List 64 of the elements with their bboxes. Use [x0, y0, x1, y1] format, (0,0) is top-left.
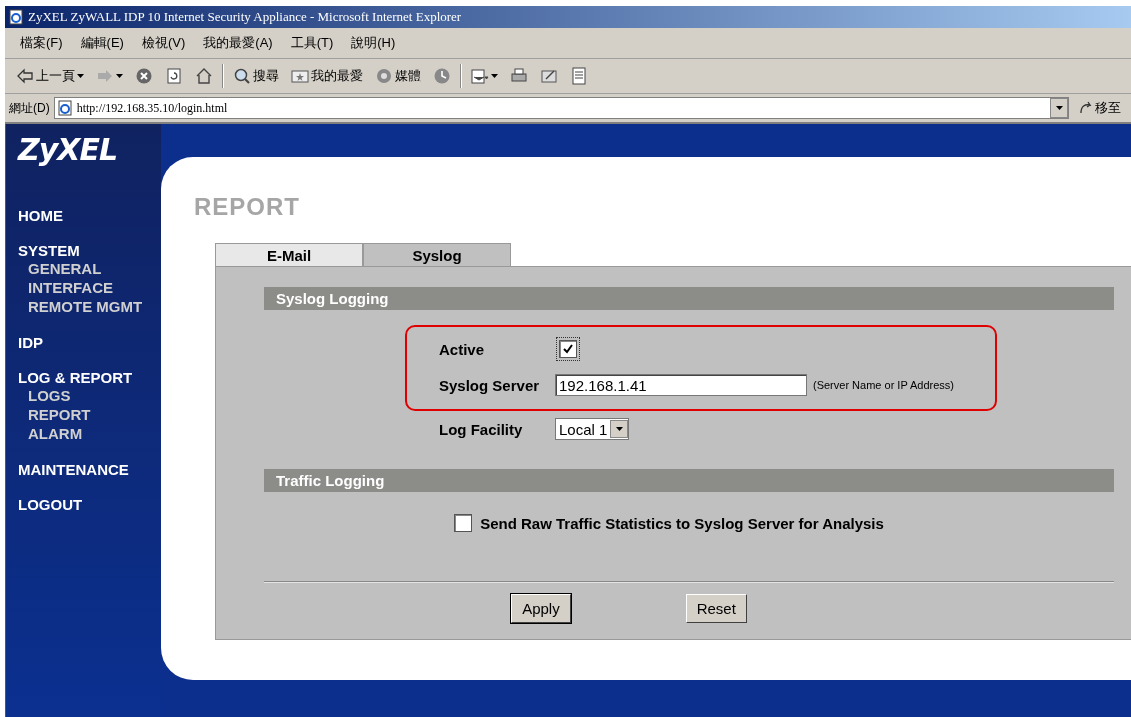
menu-item[interactable]: 檢視(V)	[138, 32, 189, 54]
field-label: Active	[439, 340, 486, 358]
toolbar-button[interactable]: 搜尋	[230, 65, 282, 87]
nav-item[interactable]: SYSTEM	[18, 242, 161, 259]
apply-button[interactable]: Apply	[511, 594, 571, 623]
caret-icon	[615, 427, 623, 431]
hint-text: (Server Name or IP Address)	[813, 379, 954, 391]
clock-icon	[433, 67, 451, 85]
nav-item[interactable]: LOGOUT	[18, 496, 161, 513]
menu-item[interactable]: 說明(H)	[348, 32, 399, 54]
page-icon	[56, 100, 73, 116]
address-field[interactable]: http://192.168.35.10/login.html	[53, 97, 1069, 119]
nav-item[interactable]: HOME	[18, 207, 161, 224]
edit-icon	[540, 67, 558, 85]
logo: ZyXEL	[18, 132, 119, 167]
nav-subitem[interactable]: REMOTE MGMT	[18, 297, 161, 316]
star-folder-icon	[291, 67, 309, 85]
caret-icon	[1055, 106, 1063, 110]
menu-item[interactable]: 編輯(E)	[77, 32, 127, 54]
menu-item[interactable]: 檔案(F)	[17, 32, 66, 54]
address-label: 網址(D)	[9, 99, 50, 117]
window-title: ZyXEL ZyWALL IDP 10 Internet Security Appliance - Microsoft Internet Explorer	[5, 6, 1131, 28]
nav-item[interactable]: IDP	[18, 334, 161, 351]
home-icon	[195, 67, 213, 85]
go-button[interactable]: 移至	[1073, 99, 1127, 117]
section-header: Syslog Logging	[264, 287, 1114, 310]
disc-icon	[375, 67, 393, 85]
printer-icon	[510, 67, 528, 85]
toolbar-button[interactable]: 上一頁	[13, 65, 87, 87]
search-icon	[233, 67, 251, 85]
stop-icon	[135, 67, 153, 85]
checkbox[interactable]	[454, 514, 473, 532]
nav-subitem[interactable]: ALARM	[18, 424, 161, 443]
reset-button[interactable]: Reset	[685, 594, 747, 623]
nav-subitem[interactable]: INTERFACE	[18, 278, 161, 297]
toolbar-button[interactable]: 我的最愛	[288, 65, 366, 87]
nav-item[interactable]: LOG & REPORT	[18, 369, 161, 386]
option-label: Send Raw Traffic Statistics to Syslog Server for Analysis	[480, 514, 884, 532]
arrow-icon	[1079, 101, 1093, 115]
field-label: Syslog Server	[439, 376, 541, 394]
browser-icon	[8, 9, 24, 25]
tab[interactable]: E-Mail	[215, 243, 363, 266]
nav-item[interactable]: MAINTENANCE	[18, 461, 161, 478]
toolbar-button[interactable]: 媒體	[372, 65, 424, 87]
caret-icon	[77, 74, 84, 78]
caret-icon	[491, 74, 498, 78]
back-arrow-icon	[16, 67, 34, 85]
active-checkbox[interactable]	[559, 340, 577, 358]
refresh-icon	[165, 67, 183, 85]
page-title: REPORT	[194, 193, 300, 221]
nav-subitem[interactable]: GENERAL	[18, 259, 161, 278]
server-input-field[interactable]: 192.168.1.41	[555, 374, 807, 396]
menu-item[interactable]: 我的最愛(A)	[200, 32, 276, 54]
nav-subitem[interactable]: REPORT	[18, 405, 161, 424]
section-header: Traffic Logging	[264, 469, 1114, 492]
nav-subitem[interactable]: LOGS	[18, 386, 161, 405]
forward-arrow-icon	[96, 67, 114, 85]
menu-item[interactable]: 工具(T)	[287, 32, 337, 54]
field-label: Log Facility	[439, 420, 524, 438]
page-icon	[570, 67, 588, 85]
checkmark-icon	[562, 343, 574, 355]
facility-dropdown[interactable]: Local 1	[555, 418, 630, 440]
tab[interactable]: Syslog	[363, 243, 511, 266]
caret-icon	[116, 74, 123, 78]
